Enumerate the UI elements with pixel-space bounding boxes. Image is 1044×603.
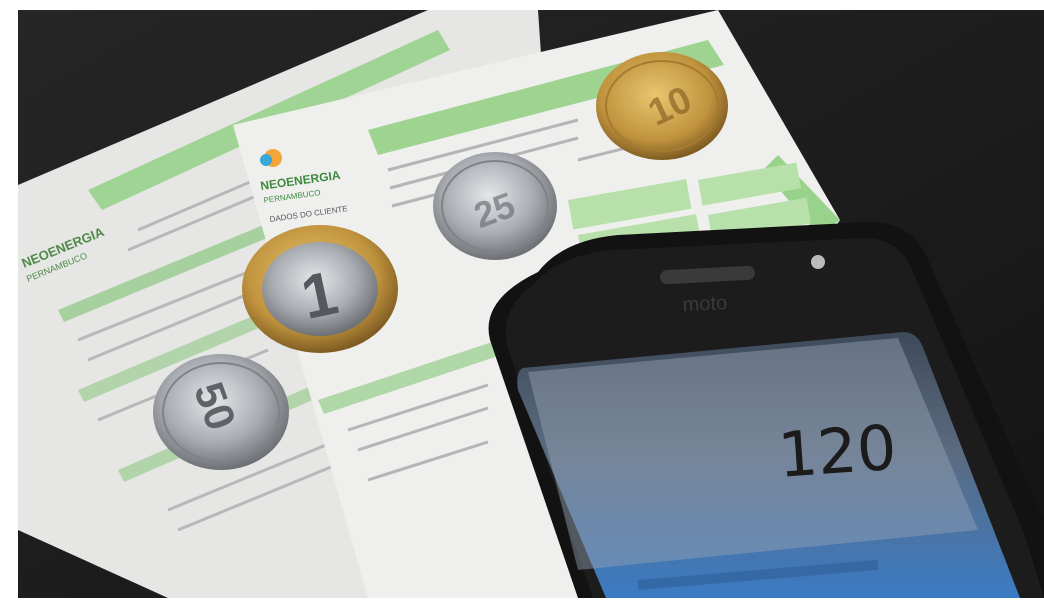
coin-twenty-five-centavos: 25 — [433, 152, 557, 260]
phone-brand: moto — [682, 292, 728, 316]
coin-ten-centavos: 10 — [596, 52, 728, 160]
coin-one-real: 1 — [242, 225, 398, 353]
calculator-display: 120 — [776, 411, 899, 492]
coin-fifty-centavos: 50 — [153, 354, 289, 470]
photo-canvas: NEOENERGIA PERNAMBUCO NEOENERGIA PERNAMB… — [18, 10, 1044, 598]
phone-front-camera — [811, 255, 825, 269]
photo-frame: NEOENERGIA PERNAMBUCO NEOENERGIA PERNAMB… — [18, 10, 1044, 598]
